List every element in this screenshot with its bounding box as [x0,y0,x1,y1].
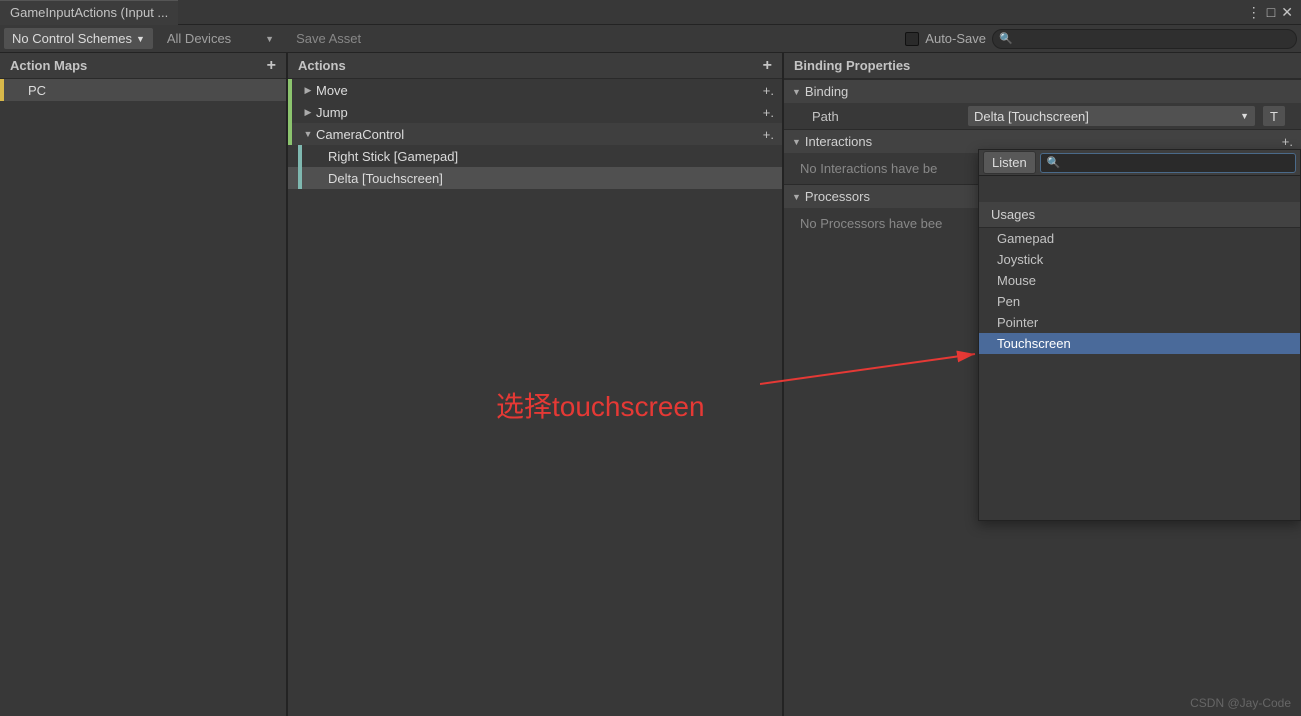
popup-search-input[interactable]: 🔍 [1040,153,1296,173]
color-bar [298,145,302,167]
popup-item-touchscreen[interactable]: Touchscreen [979,333,1300,354]
action-maps-header: Action Maps + [0,53,286,79]
devices-dropdown[interactable]: All Devices ▼ [159,28,282,49]
devices-label: All Devices [167,31,231,46]
popup-section-usages: Usages [979,202,1300,228]
menu-icon[interactable]: ⋮ [1247,4,1261,21]
action-label: CameraControl [314,127,404,142]
binding-section-header[interactable]: ▼ Binding [784,79,1301,103]
chevron-down-icon: ▼ [136,34,145,44]
binding-item-rightstick[interactable]: Right Stick [Gamepad] [288,145,782,167]
add-action-map-button[interactable]: + [267,57,276,75]
action-map-item-pc[interactable]: PC [0,79,286,101]
search-icon: 🔍 [999,32,1013,45]
properties-header: Binding Properties [784,53,1301,79]
interactions-label: Interactions [805,134,872,149]
action-item-cameracontrol[interactable]: ▼ CameraControl +. [288,123,782,145]
path-label: Path [800,109,960,124]
toolbar: No Control Schemes ▼ All Devices ▼ Save … [0,25,1301,53]
path-row: Path Delta [Touchscreen] ▼ T [784,103,1301,129]
actions-title: Actions [298,58,346,73]
popup-item-pointer[interactable]: Pointer [979,312,1300,333]
popup-item-gamepad[interactable]: Gamepad [979,228,1300,249]
color-bar [288,123,292,145]
foldout-icon[interactable]: ▶ [302,85,314,96]
action-label: Jump [314,105,348,120]
actions-header: Actions + [288,53,782,79]
color-bar [288,79,292,101]
popup-item-pen[interactable]: Pen [979,291,1300,312]
search-icon: 🔍 [1047,156,1061,169]
t-button[interactable]: T [1263,106,1285,126]
action-maps-column: Action Maps + PC [0,53,288,716]
auto-save-group: Auto-Save 🔍 [905,29,1297,49]
listen-button[interactable]: Listen [983,151,1036,174]
path-picker-popup: Listen 🔍 Usages Gamepad Joystick Mouse P… [978,149,1301,521]
add-binding-button[interactable]: +. [763,83,774,98]
processors-label: Processors [805,189,870,204]
maximize-icon[interactable]: □ [1267,4,1275,21]
actions-body: ▶ Move +. ▶ Jump +. ▼ CameraControl +. [288,79,782,716]
window-controls: ⋮ □ ✕ [1247,4,1301,21]
binding-label: Right Stick [Gamepad] [326,149,458,164]
binding-section-label: Binding [805,84,848,99]
binding-label: Delta [Touchscreen] [326,171,443,186]
action-item-jump[interactable]: ▶ Jump +. [288,101,782,123]
control-schemes-label: No Control Schemes [12,31,132,46]
foldout-icon: ▼ [792,137,801,147]
window-tab[interactable]: GameInputActions (Input ... [0,0,178,25]
actions-column: Actions + ▶ Move +. ▶ Jump +. ▼ [288,53,784,716]
action-item-move[interactable]: ▶ Move +. [288,79,782,101]
watermark: CSDN @Jay-Code [1190,696,1291,710]
control-schemes-dropdown[interactable]: No Control Schemes ▼ [4,28,153,49]
color-bar [298,167,302,189]
action-label: Move [314,83,348,98]
auto-save-checkbox[interactable] [905,32,919,46]
chevron-down-icon: ▼ [265,34,274,44]
foldout-icon: ▼ [792,87,801,97]
add-binding-button[interactable]: +. [763,105,774,120]
foldout-icon: ▼ [792,192,801,202]
action-maps-title: Action Maps [10,58,87,73]
path-dropdown[interactable]: Delta [Touchscreen] ▼ [968,106,1255,126]
properties-title: Binding Properties [794,58,910,73]
popup-item-mouse[interactable]: Mouse [979,270,1300,291]
color-bar [288,101,292,123]
auto-save-label: Auto-Save [925,31,986,46]
search-input-top[interactable]: 🔍 [992,29,1297,49]
window-title: GameInputActions (Input ... [10,5,168,20]
action-map-label: PC [8,83,46,98]
binding-item-delta[interactable]: Delta [Touchscreen] [288,167,782,189]
foldout-icon[interactable]: ▶ [302,107,314,118]
add-binding-button[interactable]: +. [763,127,774,142]
path-value: Delta [Touchscreen] [974,109,1089,124]
add-interaction-button[interactable]: +. [1282,134,1293,149]
titlebar: GameInputActions (Input ... ⋮ □ ✕ [0,0,1301,25]
popup-item-joystick[interactable]: Joystick [979,249,1300,270]
action-maps-body: PC [0,79,286,716]
color-bar [0,79,4,101]
close-icon[interactable]: ✕ [1281,4,1293,21]
chevron-down-icon: ▼ [1240,111,1249,121]
add-action-button[interactable]: + [763,57,772,75]
save-asset-button[interactable]: Save Asset [288,28,369,49]
foldout-icon[interactable]: ▼ [302,129,314,139]
popup-toolbar: Listen 🔍 [979,150,1300,176]
